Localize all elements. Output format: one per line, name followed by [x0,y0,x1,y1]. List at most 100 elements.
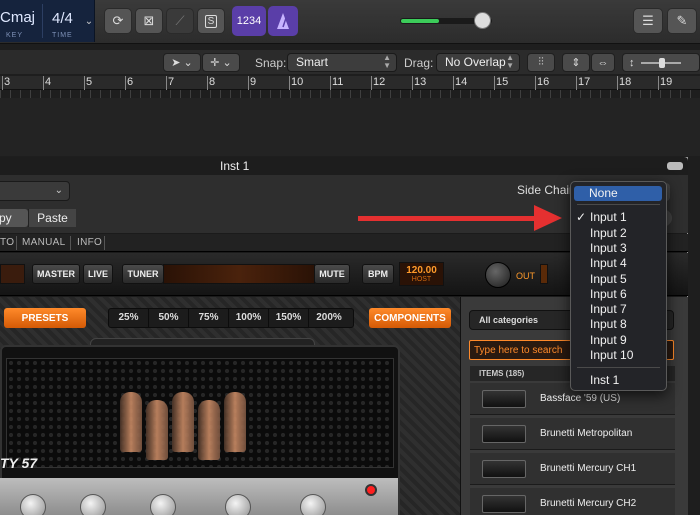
menu-item[interactable]: Input 7 [571,302,666,317]
lcd-display[interactable]: Cmaj KEY 4/4 TIME [0,0,95,42]
menu-item-label: None [589,186,618,200]
presets-button[interactable]: PRESETS [4,308,86,328]
zoom-button[interactable]: 150% [269,309,309,327]
ruler-bar-number: 4 [45,76,52,88]
ruler-bar-line [125,76,126,90]
plugin-title-bar[interactable] [0,157,688,175]
zoom-button[interactable]: 100% [229,309,269,327]
pointer-icon: ➤ ⌄ [171,57,193,69]
ruler-bar-line [535,76,536,90]
zoom-button[interactable]: 75% [189,309,229,327]
copy-button[interactable]: py [0,209,28,227]
menu-item[interactable]: Input 10 [571,348,666,363]
menu-item[interactable]: Input 8 [571,317,666,332]
zoom-slider-thumb[interactable] [658,57,665,68]
ruler-bar-line [412,76,413,90]
list-item[interactable]: Brunetti Mercury CH2 [470,488,675,515]
menu-item-label: Input 5 [590,272,627,286]
menu-item[interactable]: Input 4 [571,256,666,271]
chevron-down-icon[interactable]: ⌄ [82,8,96,34]
replace-button[interactable]: ⊠ [135,8,163,34]
output-meter [540,264,548,284]
amp-thumbnail [482,389,526,408]
secondary-tool-menu[interactable]: ✛ ⌄ [202,53,240,72]
note-pad-icon: ✎ [676,13,688,28]
track-area[interactable] [0,98,700,156]
amp-knob[interactable] [80,494,106,515]
tab-edit[interactable]: TO [0,237,14,248]
amp-tube [146,400,168,460]
list-item[interactable]: Brunetti Mercury CH1 [470,453,675,485]
snap-select[interactable]: Smart ▲ ▼ [287,53,397,72]
snap-value: Smart [296,55,329,69]
zoom-button[interactable]: 50% [149,309,189,327]
menu-item[interactable]: Input 6 [571,287,666,302]
menu-item[interactable]: None [574,186,662,201]
ruler-bar-line [84,76,85,90]
paste-button[interactable]: Paste [28,209,76,227]
ruler-bar-line [330,76,331,90]
amp-knob[interactable] [20,494,46,515]
preset-select[interactable]: ⌄ [0,181,70,201]
tab-manual[interactable]: MANUAL [22,237,65,248]
lcd-divider [42,4,43,38]
fit-vertical-icon: ⇕ [571,57,581,69]
ruler-bar-number: 7 [168,76,175,88]
tuner-toggle-button[interactable]: TUNER [122,264,164,284]
zoom-slider[interactable]: ↕ [622,53,700,72]
master-volume-knob[interactable] [474,12,491,29]
master-button[interactable]: MASTER [32,264,80,284]
notepad-button[interactable]: ✎ [667,8,697,34]
tab-info[interactable]: INFO [77,237,102,248]
ruler-bar-number: 19 [660,76,673,88]
ruler-bar-line [166,76,167,90]
menu-item[interactable]: Inst 1 [571,373,666,388]
tuner-button[interactable]: ⟋ [166,8,194,34]
bpm-source: HOST [411,276,432,283]
drag-select[interactable]: No Overlap ▲ ▼ [436,53,520,72]
menu-item[interactable]: Input 5 [571,272,666,287]
zoom-button[interactable]: 200% [309,309,349,327]
drag-value: No Overlap [445,55,506,69]
amp-knob[interactable] [150,494,176,515]
menu-item[interactable]: Input 3 [571,241,666,256]
cycle-icon: ⟳ [112,13,124,28]
pointer-tool-menu[interactable]: ➤ ⌄ [163,53,201,72]
horizontal-zoom-button[interactable]: ⇔ [591,53,615,72]
amp-knob[interactable] [300,494,326,515]
key-value: Cmaj [0,9,36,26]
annotation-arrow-shaft [358,216,538,221]
live-button[interactable]: LIVE [83,264,113,284]
menu-item-label: Input 2 [590,226,627,240]
tuner-display [163,264,315,284]
bar-ruler[interactable] [0,76,700,90]
count-in-button[interactable]: 1234 [232,6,266,36]
metronome-button[interactable] [268,6,298,36]
output-knob[interactable] [485,262,511,288]
vertical-zoom-button[interactable]: ⇕ [562,53,590,72]
menu-item-label: Input 8 [590,317,627,331]
waveform-zoom-button[interactable]: ⫶⫶ [527,53,555,72]
ruler-bar-number: 6 [127,76,134,88]
mute-button[interactable]: MUTE [314,264,350,284]
solo-button[interactable]: S [197,8,225,34]
menu-item[interactable]: Input 9 [571,333,666,348]
window-resize-pill[interactable] [667,162,683,170]
amp-knob[interactable] [225,494,251,515]
list-item[interactable]: Brunetti Metropolitan [470,418,675,450]
menu-item[interactable]: Input 2 [571,226,666,241]
bpm-value: 120.00 [406,265,437,276]
cycle-button[interactable]: ⟳ [104,8,132,34]
bpm-button[interactable]: BPM [362,264,394,284]
menu-item[interactable]: ✓ Input 1 [571,210,666,225]
list-editors-button[interactable]: ☰ [633,8,663,34]
ruler-bar-number: 12 [373,76,386,88]
ruler-bar-number: 8 [209,76,216,88]
ruler-bar-number: 13 [414,76,427,88]
input-meter [0,264,25,284]
zoom-button[interactable]: 25% [109,309,149,327]
amp-thumbnail [482,424,526,443]
components-button[interactable]: COMPONENTS [369,308,451,328]
vertical-arrows-icon: ↕ [629,56,635,69]
ruler-bar-line [453,76,454,90]
